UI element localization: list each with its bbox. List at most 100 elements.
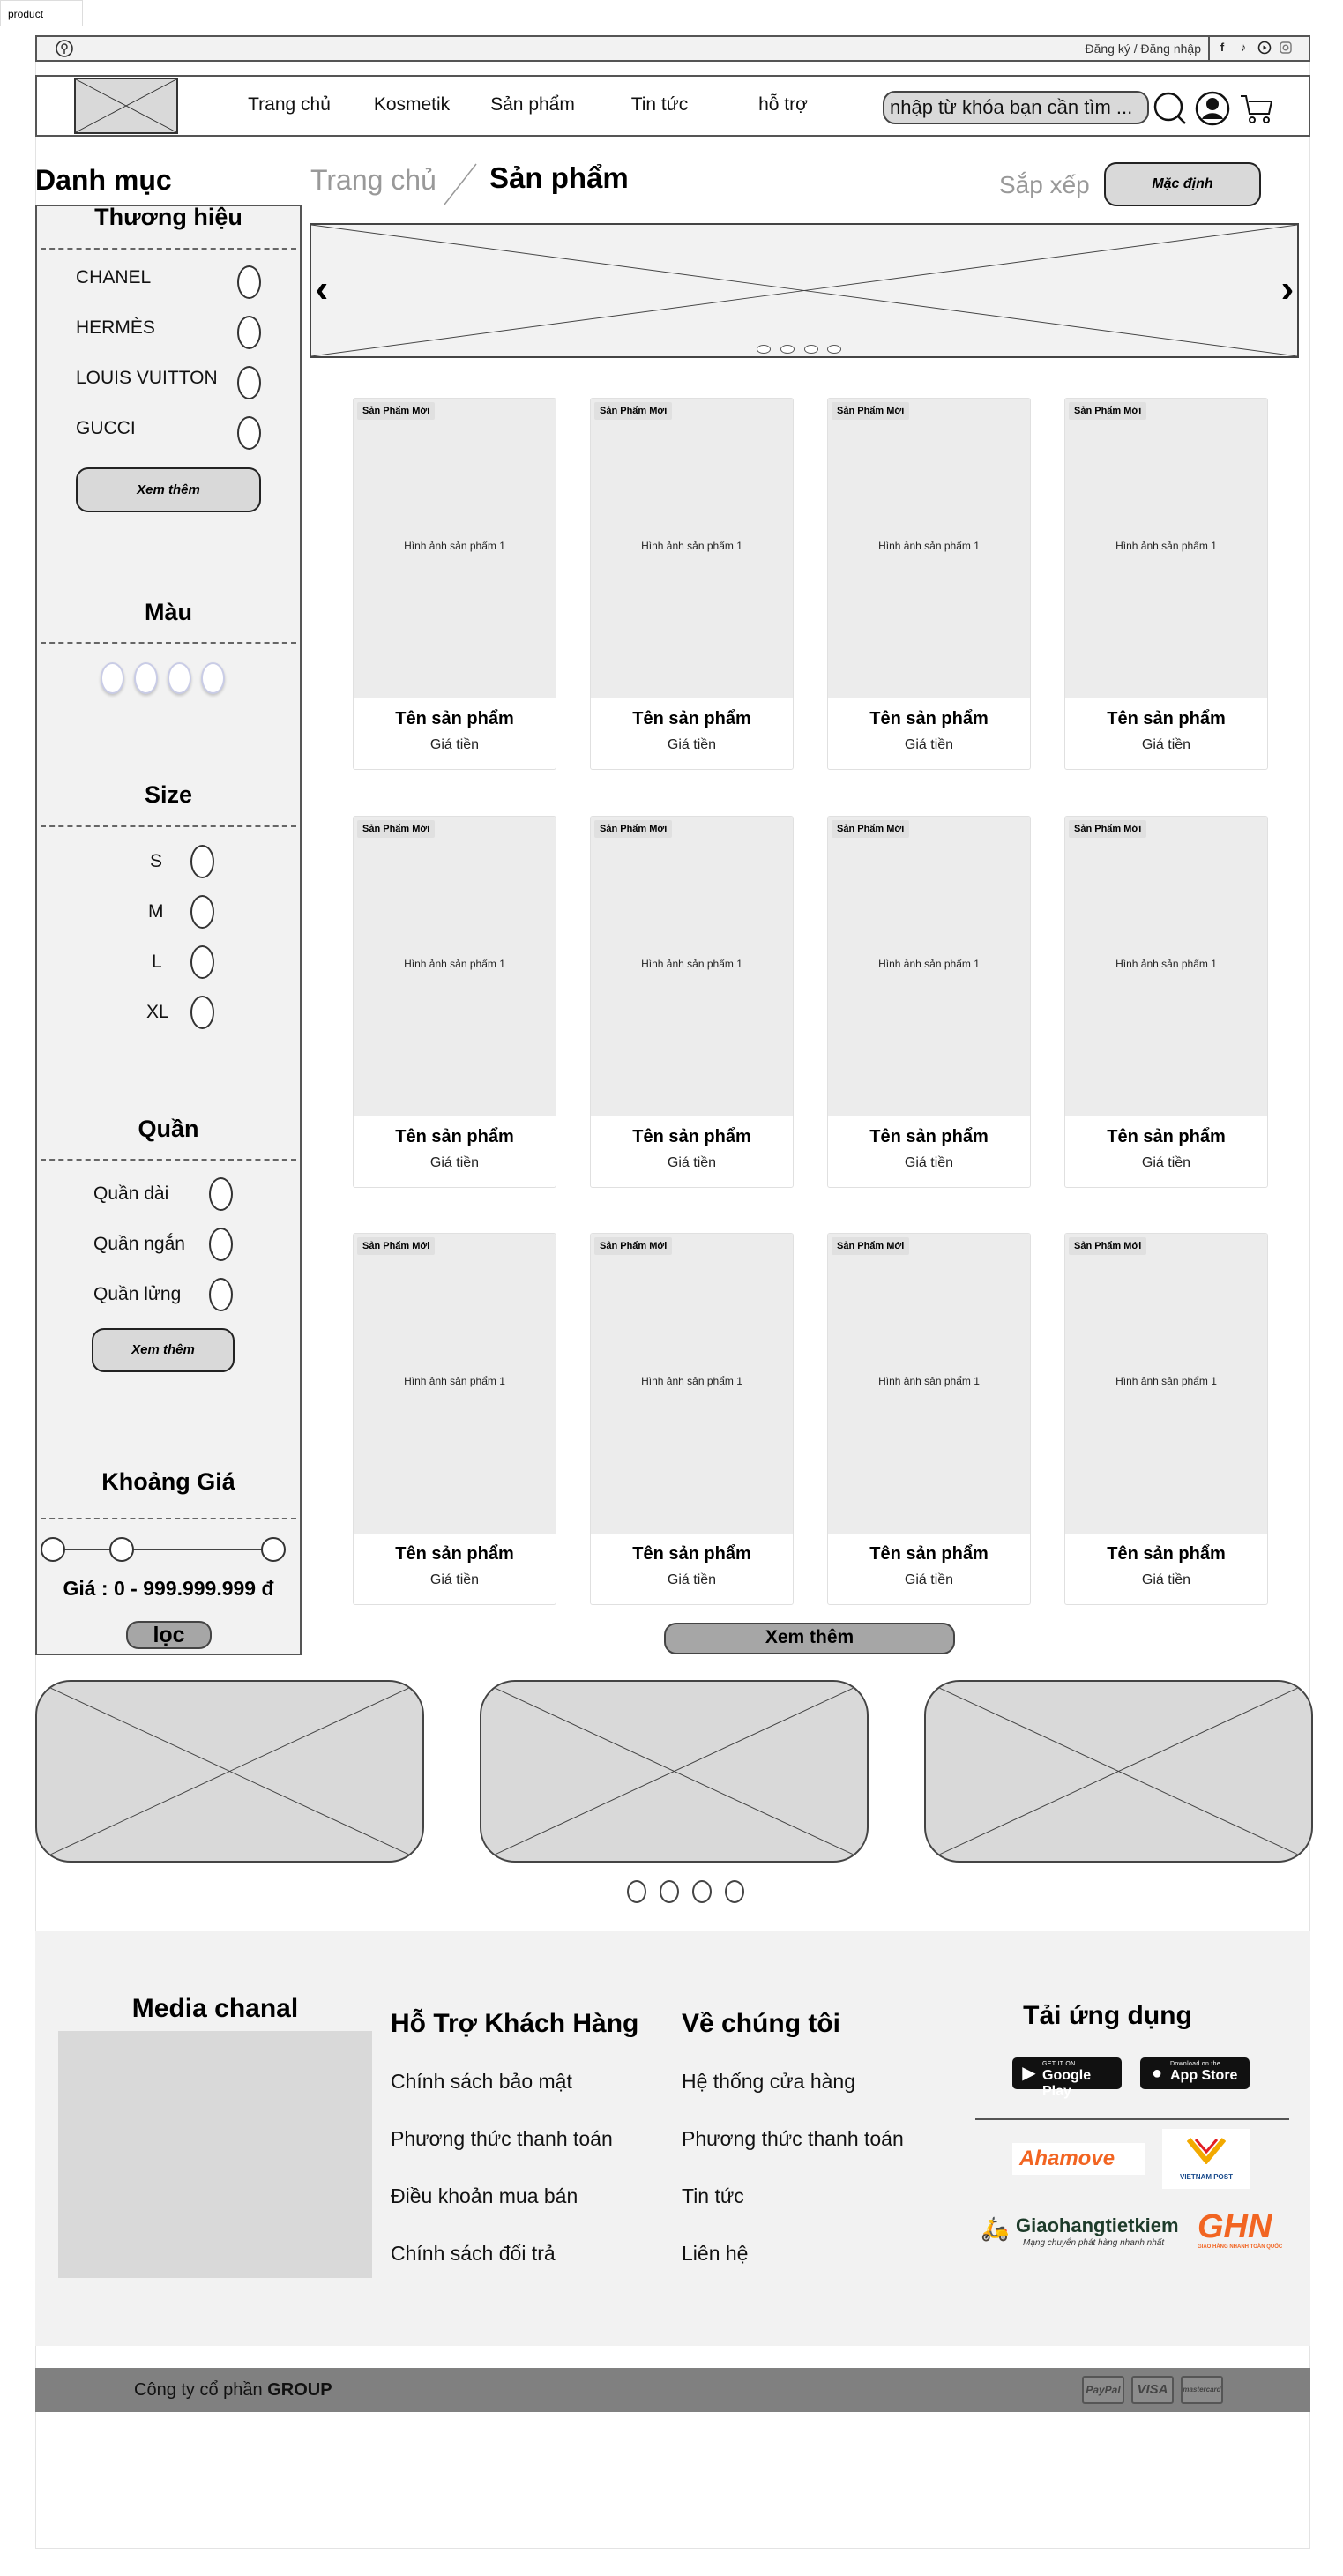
size-radio-s[interactable] <box>190 845 214 878</box>
size-radio-xl[interactable] <box>190 996 214 1029</box>
color-swatch[interactable] <box>134 662 158 694</box>
pants-radio-capri[interactable] <box>209 1278 233 1311</box>
nav-news[interactable]: Tin tức <box>610 92 709 118</box>
size-radio-l[interactable] <box>190 945 214 979</box>
nav-home[interactable]: Trang chủ <box>240 92 339 118</box>
banner-dot[interactable] <box>780 345 795 354</box>
banner-dot[interactable] <box>804 345 818 354</box>
pants-radio-short[interactable] <box>209 1228 233 1261</box>
banner-prev-arrow[interactable]: ‹ <box>307 263 337 316</box>
footer-link[interactable]: Phương thức thanh toán <box>391 2125 613 2152</box>
nav-support[interactable]: hỗ trợ <box>734 92 832 118</box>
promo-banner[interactable] <box>924 1680 1313 1863</box>
brand-radio-chanel[interactable] <box>237 265 261 299</box>
promo-dot[interactable] <box>725 1880 744 1903</box>
product-name[interactable]: Tên sản phẩm <box>591 1127 793 1147</box>
google-play-badge[interactable]: ▶ GET IT ON Google Play <box>1012 2057 1122 2099</box>
product-card[interactable]: Sản Phẩm Mới Hình ảnh sản phẩm 1 Tên sản p… <box>353 816 556 1188</box>
cart-icon[interactable] <box>1239 91 1274 126</box>
app-store-badge[interactable]: ● Download on the App Store <box>1140 2057 1250 2089</box>
media-channel-placeholder[interactable] <box>58 2031 372 2278</box>
youtube-icon[interactable] <box>1257 41 1272 55</box>
product-card[interactable]: Sản Phẩm Mới Hình ảnh sản phẩm 1 Tên sản p… <box>590 816 794 1188</box>
footer-link[interactable]: Chính sách đổi trả <box>391 2240 556 2266</box>
footer-link[interactable]: Chính sách bảo mật <box>391 2068 572 2094</box>
product-name[interactable]: Tên sản phẩm <box>591 709 793 729</box>
banner-dot[interactable] <box>827 345 841 354</box>
product-image-label: Hình ảnh sản phẩm 1 <box>1115 958 1217 970</box>
promo-banner[interactable] <box>480 1680 869 1863</box>
breadcrumb-home[interactable]: Trang chủ <box>310 162 443 198</box>
user-icon[interactable] <box>1195 91 1230 126</box>
price-slider-handle[interactable] <box>261 1537 286 1562</box>
search-input[interactable]: nhập từ khóa bạn cần tìm ... <box>883 91 1149 124</box>
product-card[interactable]: Sản Phẩm Mới Hình ảnh sản phẩm 1 Tên sản p… <box>353 398 556 770</box>
apple-icon: ● <box>1151 2064 1163 2083</box>
price-slider-track[interactable] <box>53 1549 275 1550</box>
pants-view-more-button[interactable]: Xem thêm <box>92 1328 235 1372</box>
product-name[interactable]: Tên sản phẩm <box>1065 709 1267 729</box>
promo-dot[interactable] <box>627 1880 646 1903</box>
product-card[interactable]: Sản Phẩm Mới Hình ảnh sản phẩm 1 Tên sản p… <box>827 816 1031 1188</box>
product-name[interactable]: Tên sản phẩm <box>1065 1127 1267 1147</box>
brand-radio-louis-vuitton[interactable] <box>237 366 261 399</box>
product-card[interactable]: Sản Phẩm Mới Hình ảnh sản phẩm 1 Tên sản p… <box>827 1233 1031 1605</box>
footer-link[interactable]: Tin tức <box>682 2183 744 2209</box>
promo-banner[interactable] <box>35 1680 424 1863</box>
products-view-more-button[interactable]: Xem thêm <box>664 1623 955 1654</box>
instagram-icon[interactable] <box>1279 41 1293 55</box>
product-card[interactable]: Sản Phẩm Mới Hình ảnh sản phẩm 1 Tên sản p… <box>1064 1233 1268 1605</box>
color-swatch[interactable] <box>168 662 191 694</box>
footer-link[interactable]: Hệ thống cửa hàng <box>682 2068 855 2094</box>
search-icon[interactable] <box>1153 91 1188 126</box>
new-badge: Sản Phẩm Mới <box>1069 402 1147 420</box>
product-name[interactable]: Tên sản phẩm <box>828 1544 1030 1564</box>
footer-link[interactable]: Điều khoản mua bán <box>391 2183 578 2209</box>
facebook-icon[interactable]: f <box>1215 41 1229 55</box>
product-card[interactable]: Sản Phẩm Mới Hình ảnh sản phẩm 1 Tên sản p… <box>590 1233 794 1605</box>
color-swatch[interactable] <box>201 662 225 694</box>
product-card[interactable]: Sản Phẩm Mới Hình ảnh sản phẩm 1 Tên sản p… <box>353 1233 556 1605</box>
banner-dot[interactable] <box>757 345 771 354</box>
product-name[interactable]: Tên sản phẩm <box>354 1127 556 1147</box>
brand-view-more-button[interactable]: Xem thêm <box>76 467 261 512</box>
price-slider-handle[interactable] <box>109 1537 134 1562</box>
location-icon[interactable] <box>55 39 74 58</box>
brand-radio-gucci[interactable] <box>237 416 261 450</box>
product-price: Giá tiền <box>429 1155 480 1170</box>
footer-link[interactable]: Phương thức thanh toán <box>682 2125 904 2152</box>
product-price: Giá tiền <box>429 1572 480 1587</box>
nav-kosmetik[interactable]: Kosmetik <box>363 92 460 118</box>
product-price: Giá tiền <box>1141 737 1191 752</box>
product-name[interactable]: Tên sản phẩm <box>828 709 1030 729</box>
new-badge: Sản Phẩm Mới <box>594 402 673 420</box>
divider <box>41 1159 296 1161</box>
product-name[interactable]: Tên sản phẩm <box>354 709 556 729</box>
product-name[interactable]: Tên sản phẩm <box>591 1544 793 1564</box>
sort-dropdown[interactable]: Mặc định <box>1104 162 1261 206</box>
banner-next-arrow[interactable]: › <box>1272 263 1302 316</box>
media-channel-title: Media chanal <box>131 1994 299 2023</box>
color-swatch[interactable] <box>101 662 124 694</box>
footer-link[interactable]: Liên hệ <box>682 2240 748 2266</box>
product-name[interactable]: Tên sản phẩm <box>1065 1544 1267 1564</box>
pants-radio-long[interactable] <box>209 1177 233 1211</box>
price-slider-handle[interactable] <box>41 1537 65 1562</box>
promo-dot[interactable] <box>692 1880 712 1903</box>
product-card[interactable]: Sản Phẩm Mới Hình ảnh sản phẩm 1 Tên sản p… <box>590 398 794 770</box>
auth-link[interactable]: Đăng ký / Đăng nhập <box>952 35 1201 62</box>
size-radio-m[interactable] <box>190 895 214 929</box>
product-name[interactable]: Tên sản phẩm <box>354 1544 556 1564</box>
logo-placeholder[interactable] <box>74 78 178 134</box>
product-card[interactable]: Sản Phẩm Mới Hình ảnh sản phẩm 1 Tên sản p… <box>1064 816 1268 1188</box>
hero-banner[interactable] <box>310 223 1299 358</box>
product-card[interactable]: Sản Phẩm Mới Hình ảnh sản phẩm 1 Tên sản p… <box>1064 398 1268 770</box>
product-name[interactable]: Tên sản phẩm <box>828 1127 1030 1147</box>
brand-radio-hermes[interactable] <box>237 316 261 349</box>
nav-products[interactable]: Sản phẩm <box>483 92 582 118</box>
product-card[interactable]: Sản Phẩm Mới Hình ảnh sản phẩm 1 Tên sản p… <box>827 398 1031 770</box>
filter-button[interactable]: lọc <box>126 1621 212 1649</box>
tiktok-icon[interactable]: ♪ <box>1236 41 1250 55</box>
promo-dot[interactable] <box>660 1880 679 1903</box>
new-badge: Sản Phẩm Mới <box>357 1237 436 1255</box>
